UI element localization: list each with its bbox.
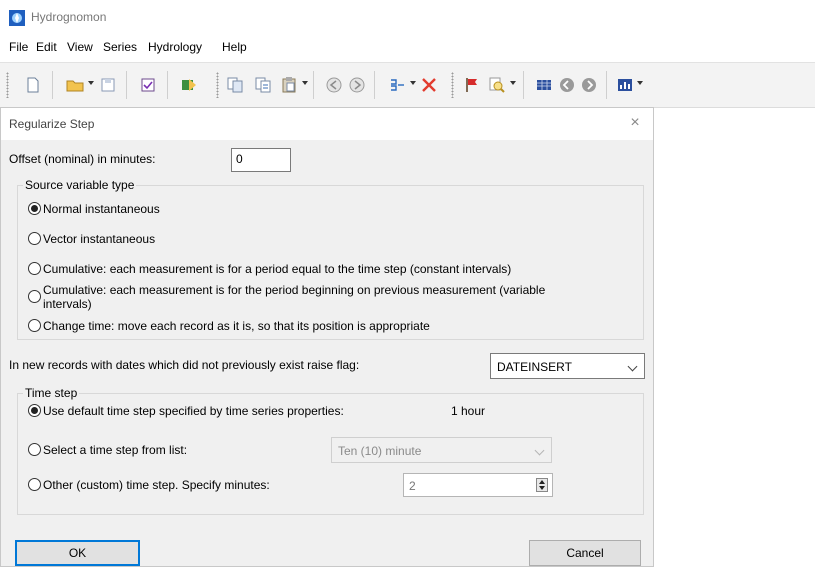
time-step-caption: Time step <box>23 386 80 400</box>
dialog-title-bar: Regularize Step × <box>1 108 653 140</box>
default-time-step-label[interactable]: Use default time step specified by time … <box>43 404 344 418</box>
menu-file[interactable]: File <box>9 40 28 54</box>
toolbar-separator <box>167 71 168 99</box>
normal-instantaneous-label[interactable]: Normal instantaneous <box>43 202 160 216</box>
spin-down-icon[interactable] <box>539 486 545 490</box>
flag-label: In new records with dates which did not … <box>9 358 360 372</box>
custom-minutes-value: 2 <box>409 479 416 493</box>
radio-vector-instantaneous[interactable] <box>28 232 41 245</box>
chart-icon[interactable] <box>616 76 634 94</box>
toolbar-grip[interactable] <box>216 72 219 98</box>
chevron-down-icon <box>534 445 545 456</box>
radio-cumulative-variable[interactable] <box>28 290 41 303</box>
save-icon[interactable] <box>99 76 117 94</box>
time-step-list-value: Ten (10) minute <box>338 444 422 458</box>
zoom-icon[interactable] <box>488 76 506 94</box>
menu-edit[interactable]: Edit <box>36 40 57 54</box>
chevron-down-icon <box>627 361 638 372</box>
custom-time-step-label[interactable]: Other (custom) time step. Specify minute… <box>43 478 270 492</box>
menu-bar: File Edit View Series Hydrology Help <box>0 36 815 60</box>
default-time-step-value: 1 hour <box>451 404 486 418</box>
radio-change-time[interactable] <box>28 319 41 332</box>
import-icon[interactable] <box>180 76 198 94</box>
select-time-step-label[interactable]: Select a time step from list: <box>43 443 187 457</box>
regularize-dropdown-icon[interactable] <box>410 81 416 85</box>
cumulative-variable-label[interactable]: Cumulative: each measurement is for the … <box>43 283 545 297</box>
open-folder-icon[interactable] <box>66 76 84 94</box>
cumulative-constant-label[interactable]: Cumulative: each measurement is for a pe… <box>43 262 511 276</box>
delete-icon[interactable] <box>420 76 438 94</box>
hydrognomon-logo-icon <box>9 10 25 26</box>
toolbar-separator <box>523 71 524 99</box>
toolbar-separator <box>52 71 53 99</box>
toolbar-separator <box>126 71 127 99</box>
source-variable-type-caption: Source variable type <box>23 178 137 192</box>
menu-help[interactable]: Help <box>222 40 247 54</box>
custom-minutes-spinner[interactable]: 2 <box>403 473 553 497</box>
toolbar <box>0 62 815 108</box>
toolbar-grip[interactable] <box>451 72 454 98</box>
toolbar-grip[interactable] <box>6 72 9 98</box>
paste-dropdown-icon[interactable] <box>302 81 308 85</box>
offset-input[interactable]: 0 <box>231 148 291 172</box>
new-file-icon[interactable] <box>24 76 42 94</box>
offset-value: 0 <box>236 152 243 166</box>
toolbar-separator <box>374 71 375 99</box>
vector-instantaneous-label[interactable]: Vector instantaneous <box>43 232 155 246</box>
offset-label: Offset (nominal) in minutes: <box>9 152 156 166</box>
close-icon[interactable]: × <box>624 112 646 134</box>
flag-icon[interactable] <box>463 76 481 94</box>
radio-custom-time-step[interactable] <box>28 478 41 491</box>
radio-normal-instantaneous[interactable] <box>28 202 41 215</box>
next-icon[interactable] <box>580 76 598 94</box>
radio-default-time-step[interactable] <box>28 404 41 417</box>
copy-special-icon[interactable] <box>254 76 272 94</box>
menu-hydrology[interactable]: Hydrology <box>148 40 202 54</box>
dialog-title: Regularize Step <box>9 117 95 131</box>
cumulative-variable-label-continued[interactable]: intervals) <box>43 297 92 311</box>
radio-select-time-step[interactable] <box>28 443 41 456</box>
redo-icon[interactable] <box>348 76 366 94</box>
toolbar-separator <box>313 71 314 99</box>
menu-view[interactable]: View <box>67 40 93 54</box>
undo-icon[interactable] <box>325 76 343 94</box>
toolbar-separator <box>606 71 607 99</box>
chart-dropdown-icon[interactable] <box>637 81 643 85</box>
spinner-buttons[interactable] <box>536 478 548 492</box>
previous-icon[interactable] <box>558 76 576 94</box>
open-dropdown-icon[interactable] <box>88 81 94 85</box>
app-title-bar: Hydrognomon <box>0 0 815 36</box>
app-title: Hydrognomon <box>31 10 107 24</box>
time-step-list-select[interactable]: Ten (10) minute <box>331 437 552 463</box>
flag-select-value: DATEINSERT <box>497 360 572 374</box>
checklist-icon[interactable] <box>139 76 157 94</box>
zoom-dropdown-icon[interactable] <box>510 81 516 85</box>
regularize-icon[interactable] <box>388 76 406 94</box>
change-time-label[interactable]: Change time: move each record as it is, … <box>43 319 430 333</box>
regularize-step-dialog: Regularize Step × Offset (nominal) in mi… <box>0 107 654 567</box>
paste-icon[interactable] <box>280 76 298 94</box>
flag-select[interactable]: DATEINSERT <box>490 353 645 379</box>
spin-up-icon[interactable] <box>539 480 545 484</box>
cancel-button[interactable]: Cancel <box>529 540 641 566</box>
grid-icon[interactable] <box>535 76 553 94</box>
menu-series[interactable]: Series <box>103 40 137 54</box>
radio-cumulative-constant[interactable] <box>28 262 41 275</box>
copy-icon[interactable] <box>226 76 244 94</box>
ok-button[interactable]: OK <box>15 540 140 566</box>
